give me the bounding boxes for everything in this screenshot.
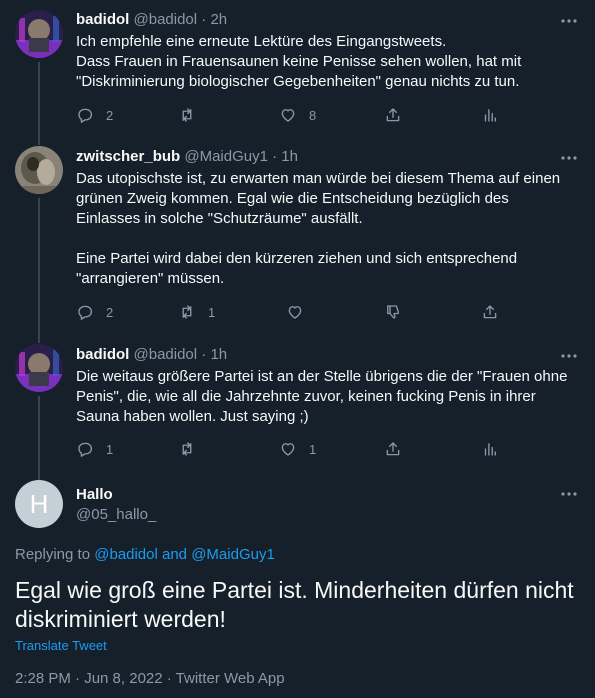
- translate-link[interactable]: Translate Tweet: [15, 638, 107, 653]
- tweet-text: Das utopischste ist, zu erwarten man wür…: [76, 170, 561, 287]
- tweet-actions: 2 8: [76, 103, 506, 127]
- thread-line: [38, 340, 40, 343]
- reply-count: 2: [106, 107, 114, 123]
- like-button[interactable]: 8: [279, 103, 316, 127]
- share-button[interactable]: [384, 437, 402, 461]
- replying-user-link[interactable]: @MaidGuy1: [191, 546, 275, 563]
- focused-tweet: H Hallo @05_hallo_ Replying to @badidol …: [0, 468, 595, 698]
- replying-to: Replying to @badidol and @MaidGuy1: [15, 546, 275, 563]
- avatar[interactable]: [15, 10, 63, 58]
- more-options-icon[interactable]: [559, 346, 579, 366]
- avatar[interactable]: [15, 344, 63, 392]
- tweet-text: Ich empfehle eine erneute Lektüre des Ei…: [76, 33, 522, 90]
- thread-line: [38, 62, 40, 140]
- user-handle[interactable]: @MaidGuy1: [184, 148, 268, 165]
- reply-button[interactable]: 2: [76, 103, 113, 127]
- analytics-icon: [484, 443, 496, 456]
- replying-to-label: Replying to: [15, 546, 91, 563]
- heart-icon: [281, 443, 295, 456]
- retweet-icon: [182, 305, 192, 319]
- retweet-count: 1: [208, 304, 216, 320]
- share-button[interactable]: [384, 103, 402, 127]
- tweet-header: badidol @badidol · 1h: [76, 346, 227, 363]
- thread-line: [38, 140, 40, 145]
- like-button[interactable]: [286, 300, 316, 324]
- display-name[interactable]: badidol: [76, 11, 129, 28]
- unretweet-button[interactable]: [384, 300, 402, 324]
- tweet-time[interactable]: 1h: [281, 148, 298, 165]
- separator-dot: ·: [272, 148, 278, 165]
- tweet-text: Die weitaus größere Partei ist an der St…: [76, 368, 572, 425]
- display-name[interactable]: badidol: [76, 346, 129, 363]
- analytics-button[interactable]: [481, 103, 499, 127]
- more-options-icon[interactable]: [559, 11, 579, 31]
- replying-user-link[interactable]: @badidol: [94, 546, 158, 563]
- thread-line: [38, 396, 40, 468]
- avatar-image: [15, 146, 63, 194]
- heart-icon: [281, 109, 295, 122]
- avatar-image: [15, 344, 63, 392]
- tweet-header: badidol @badidol · 2h: [76, 11, 227, 28]
- display-name[interactable]: zwitscher_bub: [76, 148, 180, 165]
- user-handle[interactable]: @badidol: [134, 11, 198, 28]
- reply-button[interactable]: 1: [76, 437, 113, 461]
- tweet-3[interactable]: badidol @badidol · 1h Die weitaus größer…: [0, 340, 595, 468]
- reply-count: 2: [106, 304, 114, 320]
- replying-and: and: [162, 546, 188, 563]
- like-button[interactable]: 1: [279, 437, 316, 461]
- reply-button[interactable]: 2: [76, 300, 113, 324]
- reply-icon: [78, 108, 93, 123]
- tweet-time[interactable]: 2h: [210, 11, 227, 28]
- retweet-button[interactable]: [178, 437, 208, 461]
- thread-line: [38, 198, 40, 340]
- reply-icon: [78, 305, 93, 320]
- more-options-icon[interactable]: [559, 148, 579, 168]
- analytics-button[interactable]: [481, 437, 499, 461]
- user-handle[interactable]: @badidol: [134, 346, 198, 363]
- user-handle[interactable]: @05_hallo_: [76, 506, 156, 523]
- retweet-icon: [182, 108, 192, 122]
- tweet-time[interactable]: 1h: [210, 346, 227, 363]
- tweet-actions: 2 1: [76, 300, 506, 324]
- analytics-icon: [484, 109, 496, 122]
- like-count: 8: [309, 107, 317, 123]
- share-button[interactable]: [481, 300, 499, 324]
- reply-icon: [78, 442, 93, 457]
- retweet-button[interactable]: [178, 103, 208, 127]
- avatar[interactable]: [15, 146, 63, 194]
- separator-dot: ·: [201, 346, 207, 363]
- share-icon: [386, 108, 400, 122]
- tweet-text: Egal wie groß eine Partei ist. Minderhei…: [15, 577, 574, 632]
- reply-count: 1: [106, 441, 114, 457]
- tweet-timestamp[interactable]: 2:28 PM · Jun 8, 2022 · Twitter Web App: [15, 670, 285, 687]
- avatar[interactable]: H: [15, 480, 63, 528]
- tweet-actions: 1 1: [76, 437, 506, 461]
- tweet-1[interactable]: badidol @badidol · 2h Ich empfehle eine …: [0, 0, 595, 140]
- like-count: 1: [309, 441, 317, 457]
- retweet-button[interactable]: 1: [178, 300, 215, 324]
- share-icon: [483, 305, 497, 319]
- tweet-header: Hallo @05_hallo_: [76, 486, 156, 523]
- retweet-icon: [182, 442, 192, 456]
- thumbs-down-icon: [387, 305, 399, 319]
- share-icon: [386, 442, 400, 456]
- display-name[interactable]: Hallo: [76, 486, 156, 503]
- thread-line: [38, 468, 40, 480]
- separator-dot: ·: [201, 11, 207, 28]
- avatar-image: [15, 10, 63, 58]
- tweet-header: zwitscher_bub @MaidGuy1 · 1h: [76, 148, 298, 165]
- heart-icon: [288, 306, 302, 319]
- tweet-2[interactable]: zwitscher_bub @MaidGuy1 · 1h Das utopisc…: [0, 140, 595, 340]
- more-options-icon[interactable]: [559, 484, 579, 504]
